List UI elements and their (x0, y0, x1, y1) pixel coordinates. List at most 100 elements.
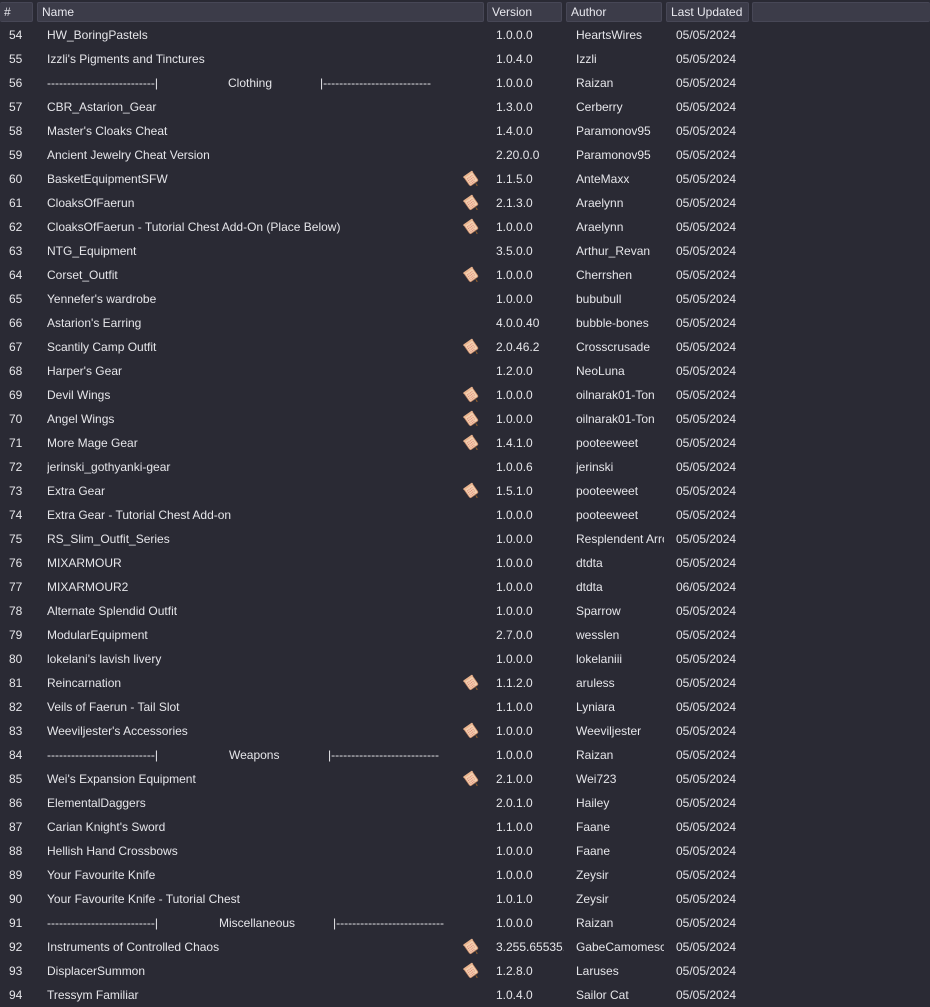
separator-line-right: |--------------------------- (328, 748, 440, 762)
row-number: 63 (9, 244, 23, 258)
scroll-icon-slot (463, 74, 481, 92)
table-row[interactable]: 79 ModularEquipment 2.7.0.0 wesslen 05/0… (0, 623, 930, 647)
mod-name: ElementalDaggers (47, 796, 146, 810)
table-row[interactable]: 55 Izzli's Pigments and Tinctures 1.0.4.… (0, 47, 930, 71)
table-row[interactable]: 76 MIXARMOUR 1.0.0.0 dtdta 05/05/2024 (0, 551, 930, 575)
row-number: 70 (9, 412, 23, 426)
table-row-separator[interactable]: 56 ---------------------------| Clothing |… (0, 71, 930, 95)
column-header-version[interactable]: Version (487, 2, 562, 22)
table-row[interactable]: 80 lokelani's lavish livery 1.0.0.0 loke… (0, 647, 930, 671)
table-row[interactable]: 89 Your Favourite Knife 1.0.0.0 Zeysir 0… (0, 863, 930, 887)
table-row[interactable]: 77 MIXARMOUR2 1.0.0.0 dtdta 06/05/2024 (0, 575, 930, 599)
mod-author: dtdta (576, 580, 603, 594)
table-row[interactable]: 67 Scantily Camp Outfit 2.0.46.2 Crosscr… (0, 335, 930, 359)
column-header-name[interactable]: Name (37, 2, 484, 22)
mod-name: BasketEquipmentSFW (47, 172, 168, 186)
separator-line-left: ---------------------------| (47, 76, 159, 90)
table-row[interactable]: 60 BasketEquipmentSFW 1.1.5.0 AnteMaxx 0… (0, 167, 930, 191)
mod-version: 1.0.4.0 (496, 52, 533, 66)
table-row[interactable]: 88 Hellish Hand Crossbows 1.0.0.0 Faane … (0, 839, 930, 863)
table-row[interactable]: 93 DisplacerSummon 1.2.8.0 Laruses 05/05… (0, 959, 930, 983)
mod-version: 1.0.0.0 (496, 76, 533, 90)
mod-name: Weeviljester's Accessories (47, 724, 188, 738)
table-row[interactable]: 69 Devil Wings 1.0.0.0 oilnarak01-Ton 05… (0, 383, 930, 407)
mod-author: oilnarak01-Ton (576, 412, 655, 426)
mod-list-table: # Name Version Author Last Updated 54 HW… (0, 0, 930, 1007)
row-number: 92 (9, 940, 23, 954)
mod-version: 2.20.0.0 (496, 148, 540, 162)
table-row[interactable]: 72 jerinski_gothyanki-gear 1.0.0.6 jerin… (0, 455, 930, 479)
table-row[interactable]: 59 Ancient Jewelry Cheat Version 2.20.0.… (0, 143, 930, 167)
mod-version: 1.0.0.0 (496, 844, 533, 858)
mod-version: 1.0.0.0 (496, 508, 533, 522)
scroll-icon-slot (463, 986, 481, 1004)
table-row-separator[interactable]: 91 ---------------------------| Miscellan… (0, 911, 930, 935)
mod-version: 1.2.8.0 (496, 964, 533, 978)
table-row[interactable]: 86 ElementalDaggers 2.0.1.0 Hailey 05/05… (0, 791, 930, 815)
table-row[interactable]: 94 Tressym Familiar 1.0.4.0 Sailor Cat 0… (0, 983, 930, 1007)
row-number: 64 (9, 268, 23, 282)
table-row[interactable]: 68 Harper's Gear 1.2.0.0 NeoLuna 05/05/2… (0, 359, 930, 383)
table-row[interactable]: 61 CloaksOfFaerun 2.1.3.0 Araelynn 05/05… (0, 191, 930, 215)
mod-author: Resplendent Arrc (576, 532, 664, 546)
column-header-last-updated[interactable]: Last Updated (666, 2, 749, 22)
mod-last-updated: 05/05/2024 (676, 412, 737, 426)
mod-version: 1.0.0.0 (496, 292, 533, 306)
mod-name: Harper's Gear (47, 364, 122, 378)
mod-version: 1.1.2.0 (496, 676, 533, 690)
scroll-icon-slot (463, 554, 481, 572)
mod-name: Hellish Hand Crossbows (47, 844, 178, 858)
scroll-icon (463, 482, 481, 500)
table-row[interactable]: 92 Instruments of Controlled Chaos 3.255… (0, 935, 930, 959)
table-row[interactable]: 70 Angel Wings 1.0.0.0 oilnarak01-Ton 05… (0, 407, 930, 431)
mod-name: Tressym Familiar (47, 988, 139, 1002)
mod-version: 3.255.65535.2 (496, 940, 564, 954)
table-row[interactable]: 81 Reincarnation 1.1.2.0 aruless 05/05/2… (0, 671, 930, 695)
table-row[interactable]: 83 Weeviljester's Accessories 1.0.0.0 We… (0, 719, 930, 743)
mod-author: Paramonov95 (576, 124, 651, 138)
column-header-author[interactable]: Author (566, 2, 662, 22)
column-header-number[interactable]: # (0, 2, 33, 22)
table-row[interactable]: 82 Veils of Faerun - Tail Slot 1.1.0.0 L… (0, 695, 930, 719)
table-row[interactable]: 57 CBR_Astarion_Gear 1.3.0.0 Cerberry 05… (0, 95, 930, 119)
mod-author: lokelaniii (576, 652, 623, 666)
mod-author: Araelynn (576, 220, 624, 234)
table-row[interactable]: 64 Corset_Outfit 1.0.0.0 Cherrshen 05/05… (0, 263, 930, 287)
mod-name: Your Favourite Knife (47, 868, 156, 882)
scroll-icon-slot (463, 362, 481, 380)
table-row[interactable]: 63 NTG_Equipment 3.5.0.0 Arthur_Revan 05… (0, 239, 930, 263)
table-row[interactable]: 65 Yennefer's wardrobe 1.0.0.0 bububull … (0, 287, 930, 311)
mod-name: Scantily Camp Outfit (47, 340, 157, 354)
table-row[interactable]: 87 Carian Knight's Sword 1.1.0.0 Faane 0… (0, 815, 930, 839)
table-row[interactable]: 75 RS_Slim_Outfit_Series 1.0.0.0 Resplen… (0, 527, 930, 551)
table-row[interactable]: 90 Your Favourite Knife - Tutorial Chest… (0, 887, 930, 911)
table-row[interactable]: 54 HW_BoringPastels 1.0.0.0 HeartsWires … (0, 23, 930, 47)
table-row[interactable]: 85 Wei's Expansion Equipment 2.1.0.0 Wei… (0, 767, 930, 791)
mod-last-updated: 05/05/2024 (676, 196, 737, 210)
scroll-icon-slot (463, 314, 481, 332)
mod-last-updated: 05/05/2024 (676, 940, 737, 954)
table-row[interactable]: 66 Astarion's Earring 4.0.0.40 bubble-bo… (0, 311, 930, 335)
scroll-icon (463, 410, 481, 428)
table-row[interactable]: 74 Extra Gear - Tutorial Chest Add-on 1.… (0, 503, 930, 527)
table-row[interactable]: 78 Alternate Splendid Outfit 1.0.0.0 Spa… (0, 599, 930, 623)
mod-author: HeartsWires (576, 28, 643, 42)
table-row[interactable]: 58 Master's Cloaks Cheat 1.4.0.0 Paramon… (0, 119, 930, 143)
mod-author: GabeCamomescu (576, 940, 664, 954)
mod-author: Laruses (576, 964, 619, 978)
mod-version: 1.0.0.0 (496, 748, 533, 762)
mod-version: 1.0.4.0 (496, 988, 533, 1002)
table-row[interactable]: 73 Extra Gear 1.5.1.0 pooteeweet 05/05/2… (0, 479, 930, 503)
row-number: 80 (9, 652, 23, 666)
mod-version: 1.0.0.0 (496, 868, 533, 882)
scroll-icon-slot (463, 458, 481, 476)
table-row[interactable]: 71 More Mage Gear 1.4.1.0 pooteeweet 05/… (0, 431, 930, 455)
mod-version: 1.0.0.0 (496, 556, 533, 570)
table-row-separator[interactable]: 84 ---------------------------| Weapons |-… (0, 743, 930, 767)
mod-author: Crosscrusade (576, 340, 651, 354)
mod-version: 2.0.1.0 (496, 796, 533, 810)
mod-last-updated: 05/05/2024 (676, 436, 737, 450)
mod-author: Sailor Cat (576, 988, 629, 1002)
scroll-icon-slot (463, 506, 481, 524)
table-row[interactable]: 62 CloaksOfFaerun - Tutorial Chest Add-O… (0, 215, 930, 239)
